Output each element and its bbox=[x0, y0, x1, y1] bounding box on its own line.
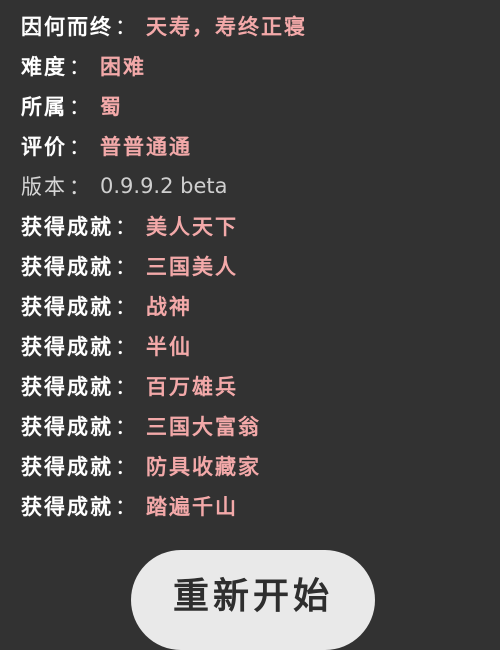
achievement-row: 获得成就： 战神 bbox=[21, 286, 500, 326]
achievement-row: 获得成就： 美人天下 bbox=[21, 206, 500, 246]
achievement-label: 获得成就 bbox=[21, 254, 113, 279]
achievement-value: 防具收藏家 bbox=[146, 454, 261, 479]
rating-value: 普普通通 bbox=[100, 134, 192, 159]
restart-button-label: 重新开始 bbox=[172, 575, 333, 617]
difficulty-label: 难度 bbox=[21, 54, 67, 79]
cause-of-death-label: 因何而终 bbox=[21, 14, 113, 39]
faction-row: 所属： 蜀 bbox=[21, 86, 500, 126]
version-value: 0.9.9.2 beta bbox=[100, 174, 228, 198]
achievement-value: 踏遍千山 bbox=[146, 494, 238, 519]
achievement-row: 获得成就： 踏遍千山 bbox=[21, 486, 500, 526]
rating-label: 评价 bbox=[21, 134, 67, 159]
faction-label: 所属 bbox=[21, 94, 67, 119]
achievement-label: 获得成就 bbox=[21, 494, 113, 519]
separator-colon: ： bbox=[115, 255, 138, 279]
separator-colon: ： bbox=[69, 175, 92, 199]
difficulty-value: 困难 bbox=[100, 54, 146, 79]
achievement-label: 获得成就 bbox=[21, 334, 113, 359]
separator-colon: ： bbox=[115, 455, 138, 479]
achievement-row: 获得成就： 百万雄兵 bbox=[21, 366, 500, 406]
separator-colon: ： bbox=[69, 55, 92, 79]
difficulty-row: 难度： 困难 bbox=[21, 46, 500, 86]
achievement-label: 获得成就 bbox=[21, 374, 113, 399]
restart-button[interactable]: 重新开始 bbox=[131, 550, 375, 650]
separator-colon: ： bbox=[115, 495, 138, 519]
rating-row: 评价： 普普通通 bbox=[21, 126, 500, 166]
achievement-value: 战神 bbox=[146, 294, 192, 319]
achievement-value: 三国美人 bbox=[146, 254, 238, 279]
separator-colon: ： bbox=[115, 295, 138, 319]
achievement-value: 半仙 bbox=[146, 334, 192, 359]
achievement-row: 获得成就： 三国美人 bbox=[21, 246, 500, 286]
version-row: 版本： 0.9.9.2 beta bbox=[21, 166, 500, 206]
achievement-label: 获得成就 bbox=[21, 294, 113, 319]
achievement-row: 获得成就： 防具收藏家 bbox=[21, 446, 500, 486]
achievement-label: 获得成就 bbox=[21, 214, 113, 239]
achievement-row: 获得成就： 半仙 bbox=[21, 326, 500, 366]
version-label: 版本 bbox=[21, 175, 67, 199]
achievement-value: 美人天下 bbox=[146, 214, 238, 239]
achievement-label: 获得成就 bbox=[21, 414, 113, 439]
separator-colon: ： bbox=[115, 375, 138, 399]
separator-colon: ： bbox=[69, 135, 92, 159]
cause-of-death-value: 天寿，寿终正寝 bbox=[146, 14, 307, 39]
separator-colon: ： bbox=[115, 335, 138, 359]
faction-value: 蜀 bbox=[100, 94, 123, 119]
achievement-label: 获得成就 bbox=[21, 454, 113, 479]
separator-colon: ： bbox=[115, 415, 138, 439]
game-result-stats: 因何而终：天寿，寿终正寝 难度：困难 所属：蜀 评价：普普通通 版本： 0.9.9… bbox=[21, 6, 500, 526]
achievement-value: 三国大富翁 bbox=[146, 414, 261, 439]
separator-colon: ： bbox=[115, 15, 138, 39]
separator-colon: ： bbox=[69, 95, 92, 119]
achievement-row: 获得成就： 三国大富翁 bbox=[21, 406, 500, 446]
achievement-value: 百万雄兵 bbox=[146, 374, 238, 399]
separator-colon: ： bbox=[115, 215, 138, 239]
cause-of-death-row: 因何而终： 天寿，寿终正寝 bbox=[21, 6, 500, 46]
